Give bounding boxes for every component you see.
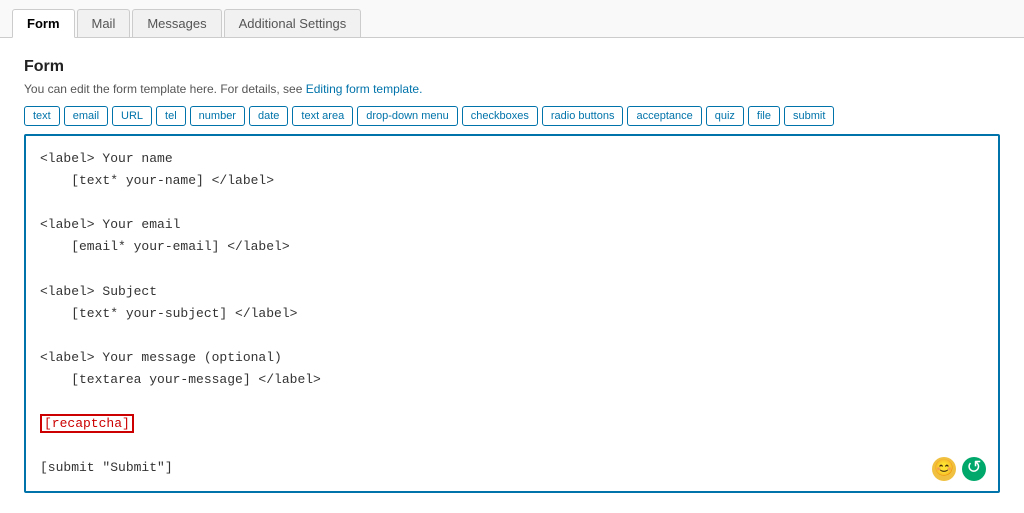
form-editor[interactable]: <label> Your name [text* your-name] </la… [24, 134, 1000, 493]
page-wrapper: Form Mail Messages Additional Settings F… [0, 0, 1024, 513]
tab-additional-settings[interactable]: Additional Settings [224, 9, 362, 37]
tag-btn-date[interactable]: date [249, 106, 288, 126]
tag-btn-URL[interactable]: URL [112, 106, 152, 126]
tabs-bar: Form Mail Messages Additional Settings [0, 0, 1024, 38]
tag-btn-checkboxes[interactable]: checkboxes [462, 106, 538, 126]
tag-buttons-bar: textemailURLtelnumberdatetext areadrop-d… [24, 106, 1000, 126]
editing-form-template-link[interactable]: Editing form template. [306, 82, 423, 96]
description-text: You can edit the form template here. For… [24, 82, 306, 96]
section-description: You can edit the form template here. For… [24, 82, 1000, 96]
tag-btn-email[interactable]: email [64, 106, 108, 126]
tag-btn-drop-down-menu[interactable]: drop-down menu [357, 106, 458, 126]
editor-content[interactable]: <label> Your name [text* your-name] </la… [40, 148, 984, 479]
recaptcha-tag: [recaptcha] [40, 414, 134, 433]
tab-form[interactable]: Form [12, 9, 75, 38]
emoji-icon[interactable]: 😊 [932, 457, 956, 481]
tab-messages[interactable]: Messages [132, 9, 221, 37]
tag-btn-quiz[interactable]: quiz [706, 106, 744, 126]
editor-icons: 😊 ↺ [932, 457, 986, 481]
tab-mail[interactable]: Mail [77, 9, 131, 37]
tag-btn-submit[interactable]: submit [784, 106, 834, 126]
tag-btn-acceptance[interactable]: acceptance [627, 106, 701, 126]
tag-btn-text-area[interactable]: text area [292, 106, 353, 126]
tag-btn-tel[interactable]: tel [156, 106, 186, 126]
tag-btn-number[interactable]: number [190, 106, 245, 126]
section-title: Form [24, 58, 1000, 76]
content-area: Form You can edit the form template here… [0, 38, 1024, 513]
tag-btn-file[interactable]: file [748, 106, 780, 126]
tag-btn-radio-buttons[interactable]: radio buttons [542, 106, 624, 126]
refresh-icon[interactable]: ↺ [962, 457, 986, 481]
tag-btn-text[interactable]: text [24, 106, 60, 126]
